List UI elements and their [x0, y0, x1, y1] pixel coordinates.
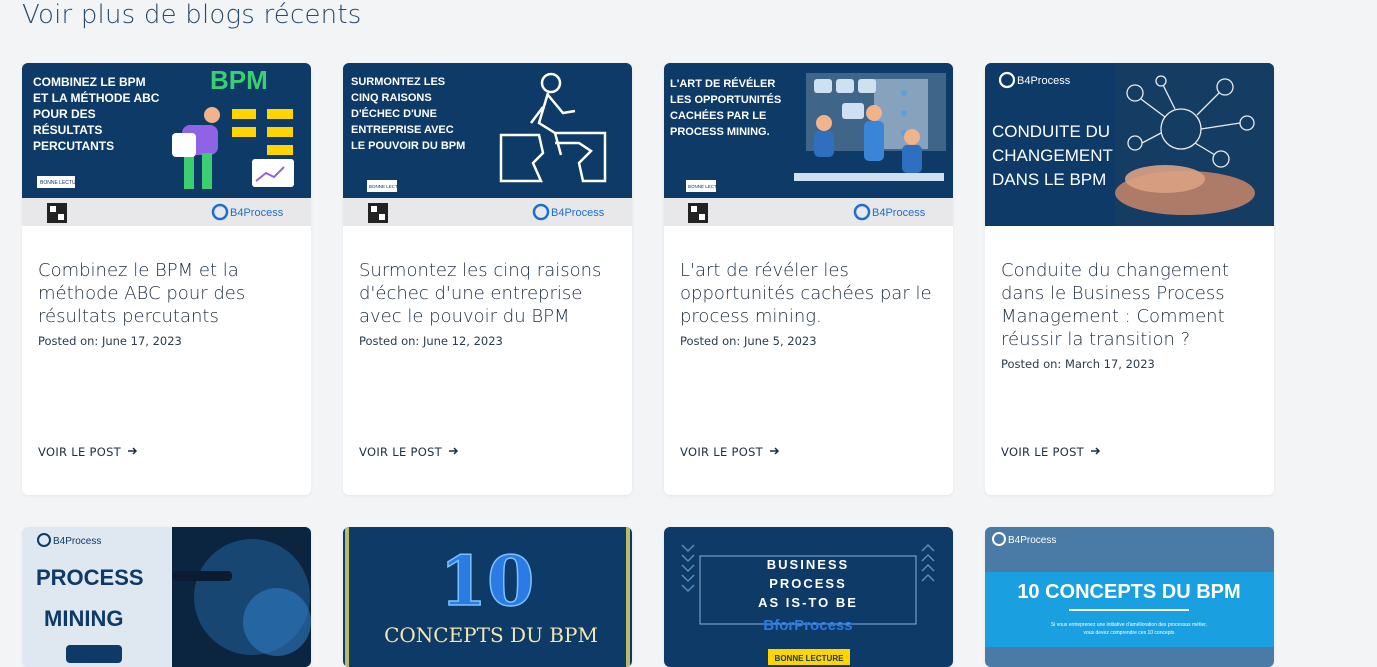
thumb-headline-1: PROCESS: [36, 565, 144, 590]
thumb-headline-4: PROCESS MINING.: [670, 126, 770, 138]
voir-le-post-link[interactable]: VOIR LE POST: [38, 445, 138, 459]
thumb-headline-3: POUR DES: [33, 107, 96, 121]
blog-card[interactable]: COMBINEZ LE BPM ET LA MÉTHODE ABC POUR D…: [22, 63, 311, 495]
thumb-brand: BforProcess: [763, 617, 852, 634]
card-thumbnail[interactable]: SURMONTEZ LES CINQ RAISONS D'ÉCHEC D'UNE…: [343, 63, 632, 226]
thumb-headline-3: D'ÉCHEC D'UNE: [351, 107, 437, 120]
arrow-right-icon: [127, 445, 138, 459]
card-date: Posted on: June 17, 2023: [38, 334, 182, 348]
thumb-headline-1: BUSINESS: [767, 557, 849, 572]
arrow-right-icon: [448, 445, 459, 459]
thumb-tag: BONNE LECTURE: [775, 654, 845, 663]
card-title-text[interactable]: Surmontez les cinq raisons d'échec d'une…: [359, 259, 619, 328]
thumb-headline-2: ET LA MÉTHODE ABC: [33, 90, 160, 105]
thumb-headline-2: CINQ RAISONS: [351, 92, 432, 104]
blog-card[interactable]: BUSINESS PROCESS AS IS-TO BE BforProcess…: [664, 527, 953, 667]
thumb-subline-2: vous devez comprendre ces 10 concepts: [1084, 630, 1175, 636]
thumb-headline-4: ENTREPRISE AVEC: [351, 124, 454, 136]
voir-le-post-link[interactable]: VOIR LE POST: [680, 445, 780, 459]
thumb-headline-5: PERCUTANTS: [33, 139, 114, 153]
thumb-headline: CONCEPTS DU BPM: [384, 623, 598, 647]
thumb-headline-3: CACHÉES PAR LE: [670, 109, 766, 122]
thumb-headline-3: AS IS-TO BE: [758, 595, 858, 610]
cta-label[interactable]: VOIR LE POST: [1001, 445, 1084, 459]
thumb-headline-1: L'ART DE RÉVÉLER: [670, 77, 775, 90]
blog-card[interactable]: 10 CONCEPTS DU BPM: [343, 527, 632, 667]
card-thumbnail[interactable]: B4Process CONDUITE DU CHANGEMENT DANS LE…: [985, 63, 1274, 226]
thumb-headline: 10 CONCEPTS DU BPM: [1017, 581, 1240, 603]
card-title-text[interactable]: L'art de révéler les opportunités cachée…: [680, 259, 940, 328]
blog-card[interactable]: B4Process PROCESS MINING: [22, 527, 311, 667]
card-date: Posted on: June 12, 2023: [359, 334, 503, 348]
card-title[interactable]: L'art de révéler les opportunités cachée…: [680, 259, 940, 348]
thumb-subline-1: Si vous entreprenez une initiative d'amé…: [1051, 622, 1207, 628]
thumb-headline-1: CONDUITE DU: [992, 122, 1110, 141]
card-thumbnail[interactable]: COMBINEZ LE BPM ET LA MÉTHODE ABC POUR D…: [22, 63, 311, 226]
card-thumbnail[interactable]: BUSINESS PROCESS AS IS-TO BE BforProcess…: [664, 527, 953, 667]
thumb-tag: BONNE LECTURE: [40, 180, 83, 186]
thumb-headline-2: CHANGEMENT: [992, 146, 1113, 165]
card-title-text[interactable]: Combinez le BPM et la méthode ABC pour d…: [38, 259, 298, 328]
thumb-headline-3: DANS LE BPM: [992, 170, 1106, 189]
thumb-headline-1: COMBINEZ LE BPM: [33, 75, 146, 89]
thumb-big-label: BPM: [210, 65, 268, 95]
card-date: Posted on: March 17, 2023: [1001, 357, 1155, 371]
card-title[interactable]: Combinez le BPM et la méthode ABC pour d…: [38, 259, 298, 348]
section-title: Voir plus de blogs récents: [22, 0, 362, 30]
blog-card[interactable]: SURMONTEZ LES CINQ RAISONS D'ÉCHEC D'UNE…: [343, 63, 632, 495]
thumb-headline-2: LES OPPORTUNITÉS: [670, 93, 781, 106]
thumb-headline-4: RÉSULTATS: [33, 122, 102, 137]
blog-card[interactable]: B4Process 10 CONCEPTS DU BPM Si vous ent…: [985, 527, 1274, 667]
thumb-brand: B4Process: [551, 207, 605, 219]
thumb-brand: B4Process: [230, 207, 284, 219]
thumb-brand: B4Process: [53, 536, 101, 547]
arrow-right-icon: [769, 445, 780, 459]
thumb-headline-2: MINING: [44, 606, 123, 631]
thumb-tag: BONNE LECTURE: [369, 184, 407, 189]
cta-label[interactable]: VOIR LE POST: [359, 445, 442, 459]
voir-le-post-link[interactable]: VOIR LE POST: [359, 445, 459, 459]
thumb-brand: B4Process: [1017, 75, 1071, 87]
blog-card[interactable]: L'ART DE RÉVÉLER LES OPPORTUNITÉS CACHÉE…: [664, 63, 953, 495]
thumb-headline-2: PROCESS: [769, 576, 847, 591]
thumb-brand: B4Process: [872, 207, 926, 219]
voir-le-post-link[interactable]: VOIR LE POST: [1001, 445, 1101, 459]
card-thumbnail[interactable]: B4Process PROCESS MINING: [22, 527, 311, 667]
card-thumbnail[interactable]: L'ART DE RÉVÉLER LES OPPORTUNITÉS CACHÉE…: [664, 63, 953, 226]
thumb-headline-1: SURMONTEZ LES: [351, 76, 445, 88]
card-title[interactable]: Conduite du changement dans le Business …: [1001, 259, 1261, 371]
cta-label[interactable]: VOIR LE POST: [38, 445, 121, 459]
cta-label[interactable]: VOIR LE POST: [680, 445, 763, 459]
card-title-text[interactable]: Conduite du changement dans le Business …: [1001, 259, 1261, 351]
thumb-big-number: 10: [440, 542, 535, 622]
card-title[interactable]: Surmontez les cinq raisons d'échec d'une…: [359, 259, 619, 348]
thumb-tag: BONNE LECTURE: [688, 184, 726, 189]
card-date: Posted on: June 5, 2023: [680, 334, 817, 348]
thumb-brand: B4Process: [1008, 535, 1056, 546]
blog-card[interactable]: B4Process CONDUITE DU CHANGEMENT DANS LE…: [985, 63, 1274, 495]
card-thumbnail[interactable]: B4Process 10 CONCEPTS DU BPM Si vous ent…: [985, 527, 1274, 667]
thumb-headline-5: LE POUVOIR DU BPM: [351, 140, 465, 152]
card-thumbnail[interactable]: 10 CONCEPTS DU BPM: [343, 527, 632, 667]
arrow-right-icon: [1090, 445, 1101, 459]
